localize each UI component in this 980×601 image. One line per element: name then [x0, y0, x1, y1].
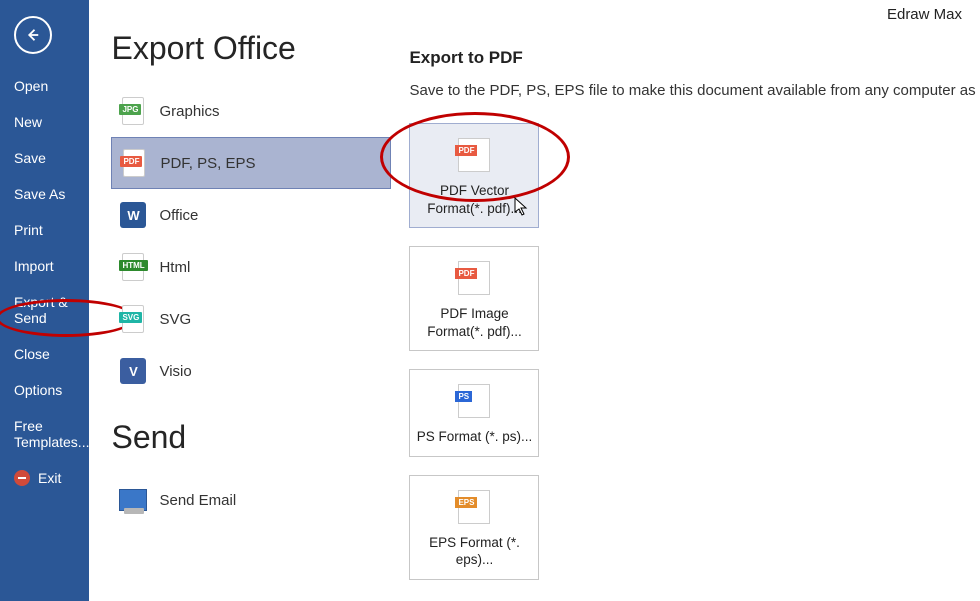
ps-icon: PS [458, 384, 490, 418]
svg-icon: SVG [119, 305, 147, 333]
tile-ps[interactable]: PS PS Format (*. ps)... [409, 369, 539, 457]
export-item-visio[interactable]: V Visio [111, 345, 391, 397]
visio-icon: V [119, 357, 147, 385]
sidebar-item-save[interactable]: Save [0, 140, 89, 176]
export-item-pdf-ps-eps[interactable]: PDF PDF, PS, EPS [111, 137, 391, 189]
tile-label: PDF Vector Format(*. pdf)... [414, 182, 534, 217]
export-item-html[interactable]: HTML Html [111, 241, 391, 293]
back-arrow-icon [24, 26, 42, 44]
tile-label: PDF Image Format(*. pdf)... [414, 305, 534, 340]
export-item-label: PDF, PS, EPS [160, 155, 255, 172]
sidebar-item-new[interactable]: New [0, 104, 89, 140]
sidebar-item-options[interactable]: Options [0, 372, 89, 408]
pdf-icon: PDF [458, 261, 490, 295]
export-item-label: Office [159, 207, 198, 224]
sidebar-item-close[interactable]: Close [0, 336, 89, 372]
tile-label: EPS Format (*. eps)... [414, 534, 534, 569]
exit-icon [14, 470, 30, 486]
pdf-icon: PDF [458, 138, 490, 172]
right-pane: Export to PDF Save to the PDF, PS, EPS f… [389, 0, 980, 601]
sidebar-item-import[interactable]: Import [0, 248, 89, 284]
app-root: Edraw Max Open New Save Save As Print Im… [0, 0, 980, 601]
sidebar-item-export-send[interactable]: Export & Send [0, 284, 89, 336]
jpg-icon: JPG [119, 97, 147, 125]
tile-pdf-vector[interactable]: PDF PDF Vector Format(*. pdf)... [409, 123, 539, 228]
sidebar-item-save-as[interactable]: Save As [0, 176, 89, 212]
back-button[interactable] [14, 16, 52, 54]
export-heading: Export Office [111, 30, 389, 67]
export-item-label: Graphics [159, 103, 219, 120]
export-item-graphics[interactable]: JPG Graphics [111, 85, 391, 137]
eps-icon: EPS [458, 490, 490, 524]
sidebar-item-label: Exit [38, 470, 61, 486]
send-item-email[interactable]: Send Email [111, 474, 391, 526]
send-email-icon [119, 486, 147, 514]
send-item-label: Send Email [159, 492, 236, 509]
export-item-label: Html [159, 259, 190, 276]
export-item-office[interactable]: W Office [111, 189, 391, 241]
export-item-label: Visio [159, 363, 191, 380]
export-item-svg[interactable]: SVG SVG [111, 293, 391, 345]
tile-pdf-image[interactable]: PDF PDF Image Format(*. pdf)... [409, 246, 539, 351]
app-title: Edraw Max [887, 6, 962, 23]
right-description: Save to the PDF, PS, EPS file to make th… [409, 82, 980, 99]
tile-eps[interactable]: EPS EPS Format (*. eps)... [409, 475, 539, 580]
sidebar-item-exit[interactable]: Exit [0, 460, 89, 496]
send-heading: Send [111, 419, 389, 456]
sidebar-item-free-templates[interactable]: Free Templates... [0, 408, 89, 460]
sidebar-item-open[interactable]: Open [0, 68, 89, 104]
tile-column: PDF PDF Vector Format(*. pdf)... PDF PDF… [409, 123, 980, 580]
word-icon: W [119, 201, 147, 229]
export-item-label: SVG [159, 311, 191, 328]
sidebar: Open New Save Save As Print Import Expor… [0, 0, 89, 601]
pdf-icon: PDF [120, 149, 148, 177]
middle-pane: Export Office JPG Graphics PDF PDF, PS, … [89, 0, 389, 601]
tile-label: PS Format (*. ps)... [414, 428, 534, 446]
right-heading: Export to PDF [409, 48, 980, 68]
sidebar-item-print[interactable]: Print [0, 212, 89, 248]
html-icon: HTML [119, 253, 147, 281]
